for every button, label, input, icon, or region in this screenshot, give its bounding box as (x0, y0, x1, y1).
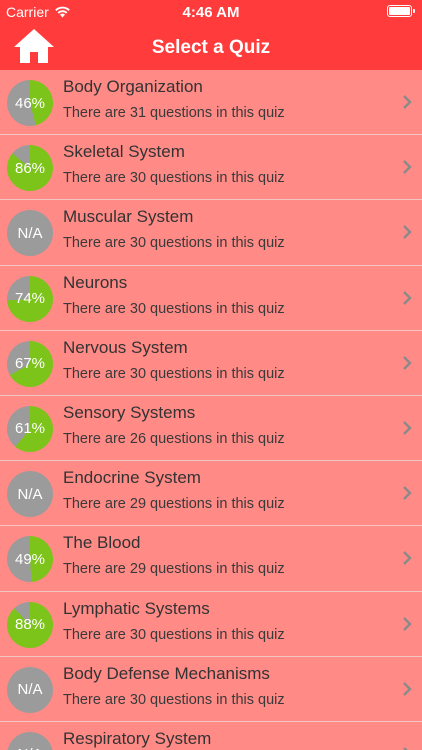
quiz-title: Body Defense Mechanisms (63, 663, 270, 683)
quiz-title: Sensory Systems (63, 402, 196, 422)
chevron-right-icon (403, 160, 412, 175)
chevron-right-icon (403, 225, 412, 240)
score-label: 61% (14, 420, 46, 438)
quiz-title: Respiratory System (63, 728, 212, 748)
quiz-row[interactable]: 46% Body Organization There are 31 questio… (0, 70, 422, 136)
chevron-right-icon (403, 681, 412, 696)
chevron-right-icon (403, 486, 412, 500)
score-label: N/A (17, 224, 43, 242)
battery-icon (387, 5, 415, 17)
quiz-question-count: There are 30 questions in this quiz (63, 626, 285, 643)
score-label: 74% (14, 290, 46, 308)
chevron-right-icon (403, 355, 412, 370)
clock: 4:46 AM (182, 4, 240, 21)
quiz-title: Body Organization (63, 77, 203, 96)
chevron-right-icon (403, 290, 412, 305)
quiz-row[interactable]: 67% Nervous System There are 30 questions … (0, 331, 422, 396)
score-label: N/A (17, 681, 43, 699)
quiz-title: Muscular System (63, 207, 194, 227)
score-label: 88% (14, 616, 46, 633)
quiz-title: Nervous System (63, 337, 188, 357)
quiz-list: 46% Body Organization There are 31 questio… (0, 70, 422, 750)
chevron-right-icon (403, 421, 412, 435)
quiz-title: Lymphatic Systems (63, 598, 210, 618)
score-label: N/A (7, 732, 53, 750)
chevron-right-icon (403, 95, 412, 109)
chevron-right-icon (403, 551, 412, 566)
score-label: 86% (14, 159, 46, 177)
quiz-row[interactable]: N/A Muscular System There are 30 questions… (0, 200, 422, 266)
status-bar: Carrier 4:46 AM (0, 0, 422, 24)
quiz-question-count: There are 30 questions in this quiz (63, 170, 285, 187)
quiz-title: The Blood (63, 533, 141, 553)
quiz-row[interactable]: 88% Lymphatic Systems There are 30 questio… (0, 592, 422, 657)
quiz-title: Endocrine System (63, 468, 201, 488)
quiz-row[interactable]: 74% Neurons There are 30 questions in this… (0, 266, 422, 331)
quiz-question-count: There are 29 questions in this quiz (63, 496, 285, 513)
score-label: 67% (14, 355, 46, 373)
quiz-question-count: There are 30 questions in this quiz (63, 300, 285, 317)
score-label: 46% (14, 94, 46, 112)
header: Carrier 4:46 AM Select a Quiz (0, 0, 422, 70)
quiz-question-count: There are 29 questions in this quiz (63, 561, 285, 578)
quiz-question-count: There are 30 questions in this quiz (63, 365, 285, 382)
nav-bar: Select a Quiz (0, 24, 422, 70)
quiz-row[interactable]: 61% Sensory Systems There are 26 questions… (0, 396, 422, 462)
quiz-row[interactable]: N/A Endocrine System There are 29 question… (0, 461, 422, 527)
quiz-question-count: There are 30 questions in this quiz (63, 691, 285, 708)
quiz-title: Skeletal System (63, 142, 185, 162)
quiz-question-count: There are 31 questions in this quiz (63, 105, 285, 121)
page-title: Select a Quiz (151, 37, 271, 58)
score-label: 49% (14, 550, 46, 568)
quiz-question-count: There are 30 questions in this quiz (63, 235, 285, 252)
quiz-question-count: There are 26 questions in this quiz (63, 430, 285, 447)
score-label: N/A (17, 485, 43, 503)
quiz-row[interactable]: N/A Body Defense Mechanisms There are 30 q… (0, 657, 422, 722)
quiz-row[interactable]: 86% Skeletal System There are 30 questions… (0, 135, 422, 201)
chevron-right-icon (403, 616, 412, 631)
quiz-row[interactable]: N/A Respiratory System (0, 722, 422, 750)
quiz-row[interactable]: 49% The Blood There are 29 questions in th… (0, 526, 422, 592)
quiz-title: Neurons (63, 272, 128, 292)
